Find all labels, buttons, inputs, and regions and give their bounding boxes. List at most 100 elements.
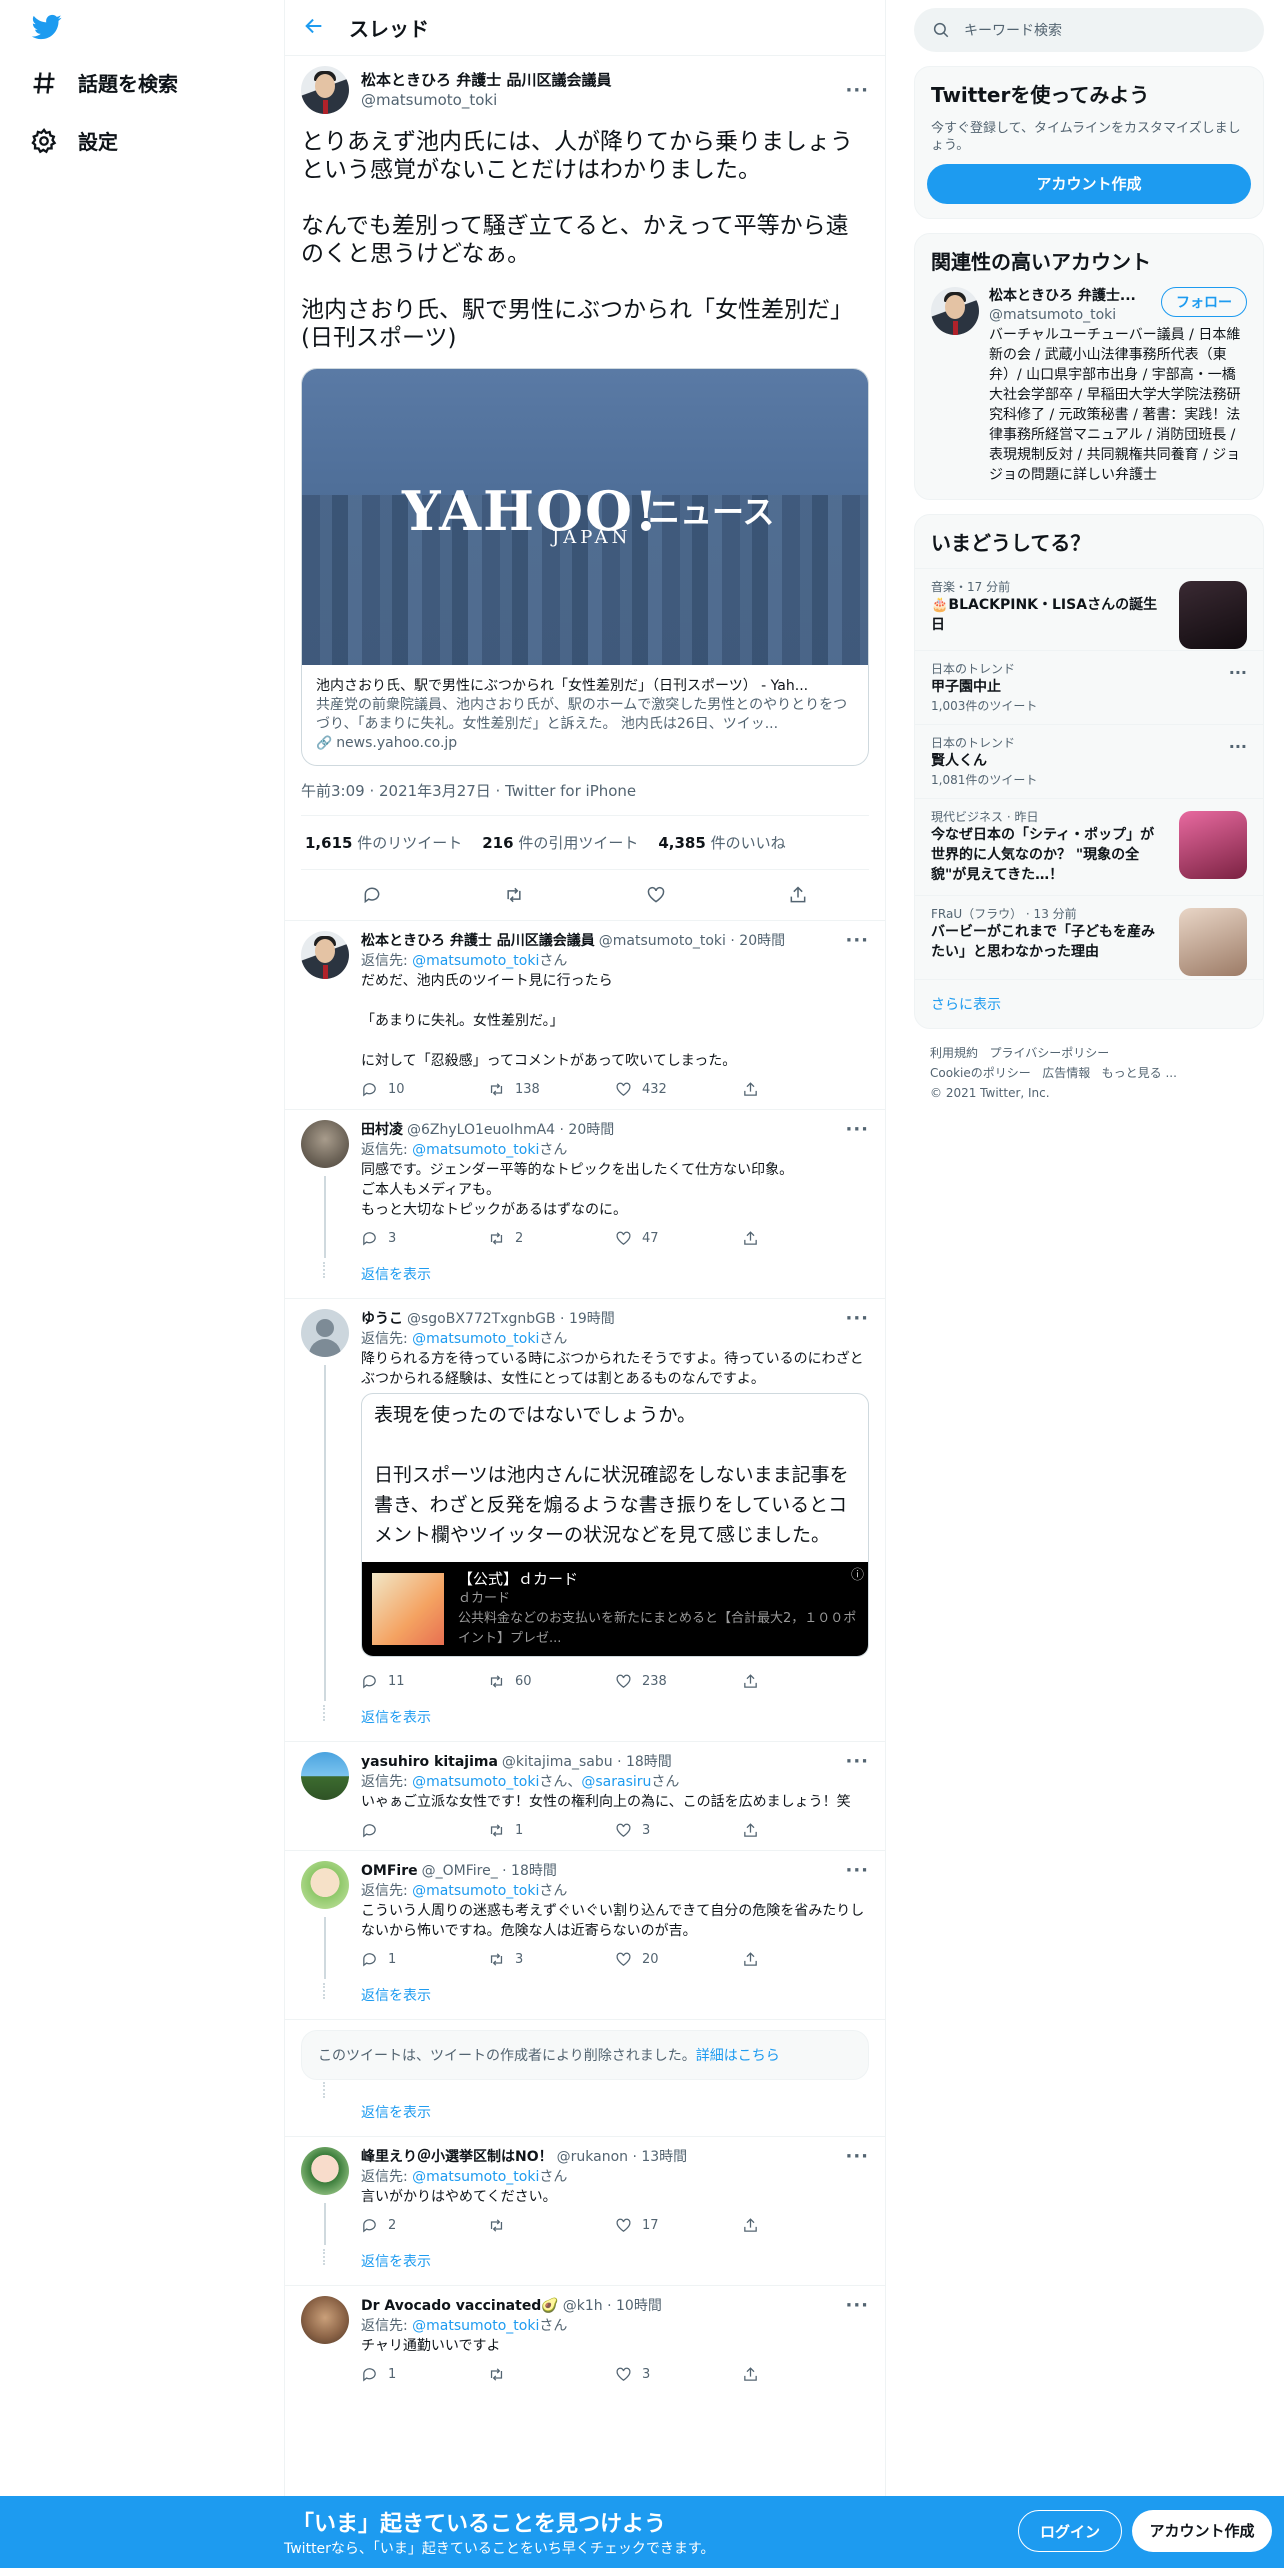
author-handle[interactable]: @rukanon · 13時間 xyxy=(557,2147,846,2167)
avatar[interactable] xyxy=(301,66,349,114)
more-options-icon[interactable]: ··· xyxy=(845,2147,869,2167)
share-button[interactable] xyxy=(742,1081,869,1098)
like-button[interactable]: 432 xyxy=(615,1081,742,1098)
avatar[interactable] xyxy=(301,2296,349,2344)
reply-tweet[interactable]: Dr Avocado vaccinated🥑 @k1h · 10時間 ··· 返信先… xyxy=(285,2286,885,2394)
author-handle[interactable]: @k1h · 10時間 xyxy=(563,2296,846,2316)
embedded-card[interactable]: 表現を使ったのではないでしょうか。 日刊スポーツは池内さんに状況確認をしないまま… xyxy=(361,1393,869,1657)
reply-button[interactable]: 1 xyxy=(361,2366,488,2383)
author-handle[interactable]: @kitajima_sabu · 18時間 xyxy=(502,1752,846,1772)
mention-link[interactable]: @matsumoto_toki xyxy=(412,1331,539,1347)
nav-settings[interactable]: 設定 xyxy=(30,126,118,155)
mention-link[interactable]: @matsumoto_toki xyxy=(412,1883,539,1899)
show-replies-link[interactable]: 返信を表示 xyxy=(361,1258,885,1298)
trend-item[interactable]: 日本のトレンド 賢人くん 1,081件のツイート ··· xyxy=(915,724,1263,798)
tweet-meta[interactable]: 午前3:09 · 2021年3月27日 · Twitter for iPhone xyxy=(301,766,869,816)
more-options-icon[interactable]: ··· xyxy=(845,1309,869,1329)
show-more-trends-link[interactable]: さらに表示 xyxy=(915,979,1263,1028)
like-button[interactable]: 3 xyxy=(615,1822,742,1839)
trend-item[interactable]: 音楽・17 分前 🎂BLACKPINK・LISAさんの誕生日 xyxy=(915,568,1263,650)
nav-explore[interactable]: 話題を検索 xyxy=(30,68,178,97)
reply-button[interactable] xyxy=(361,1822,488,1839)
ad-card[interactable]: 【公式】ｄカード ｄカード 公共料金などのお支払いを新たにまとめると【合計最大2… xyxy=(362,1562,868,1656)
avatar[interactable] xyxy=(301,1309,349,1357)
author-name[interactable]: 松本ときひろ 弁護士 品川区議会議員 xyxy=(361,931,595,951)
reply-tweet[interactable]: 田村凌 @6ZhyLO1euoIhmA4 · 20時間 ··· 返信先: @mats… xyxy=(285,1110,885,1258)
like-button[interactable]: 20 xyxy=(615,1951,742,1968)
more-options-icon[interactable]: ··· xyxy=(845,1120,869,1140)
trend-item[interactable]: 日本のトレンド 甲子園中止 1,003件のツイート ··· xyxy=(915,650,1263,724)
link-card[interactable]: YAHOO! JAPAN ニュース 池内さおり氏、駅で男性にぶつかられ「女性差別… xyxy=(301,368,869,766)
footer-link-more[interactable]: もっと見る ... xyxy=(1102,1066,1177,1080)
reply-tweet[interactable]: 松本ときひろ 弁護士 品川区議会議員 @matsumoto_toki · 20時間… xyxy=(285,921,885,1109)
retweet-button[interactable]: 2 xyxy=(488,1230,615,1247)
related-handle[interactable]: @matsumoto_toki xyxy=(989,306,1155,325)
like-button[interactable]: 47 xyxy=(615,1230,742,1247)
more-options-icon[interactable]: ··· xyxy=(845,1752,869,1772)
avatar[interactable] xyxy=(301,931,349,979)
share-icon[interactable] xyxy=(788,885,808,905)
follow-button[interactable]: フォロー xyxy=(1161,287,1247,317)
reply-button[interactable]: 3 xyxy=(361,1230,488,1247)
mention-link[interactable]: @matsumoto_toki xyxy=(412,1774,539,1790)
footer-link-cookies[interactable]: Cookieのポリシー xyxy=(930,1066,1031,1080)
avatar[interactable] xyxy=(301,1120,349,1168)
reply-button[interactable]: 2 xyxy=(361,2217,488,2234)
like-count[interactable]: 4,385 件のいいね xyxy=(658,832,785,853)
more-options-icon[interactable]: ··· xyxy=(845,931,869,951)
reply-tweet[interactable]: OMFire @_OMFire_ · 18時間 ··· 返信先: @matsumot… xyxy=(285,1851,885,1979)
footer-link-privacy[interactable]: プライバシーポリシー xyxy=(989,1046,1109,1060)
search-box[interactable]: キーワード検索 xyxy=(914,8,1264,52)
author-handle[interactable]: @_OMFire_ · 18時間 xyxy=(422,1861,846,1881)
retweet-icon[interactable] xyxy=(504,885,524,905)
author-name[interactable]: Dr Avocado vaccinated🥑 xyxy=(361,2296,559,2316)
avatar[interactable] xyxy=(301,1752,349,1800)
more-options-icon[interactable]: ··· xyxy=(845,80,869,101)
info-icon[interactable]: ⓘ xyxy=(851,1564,864,1583)
reply-button[interactable]: 1 xyxy=(361,1951,488,1968)
more-options-icon[interactable]: ··· xyxy=(1229,737,1247,756)
signup-button[interactable]: アカウント作成 xyxy=(1132,2510,1272,2552)
retweet-button[interactable] xyxy=(488,2366,615,2383)
show-replies-link[interactable]: 返信を表示 xyxy=(361,2096,885,2136)
mention-link[interactable]: @sarasiru xyxy=(581,1774,651,1790)
author-name[interactable]: 田村凌 xyxy=(361,1120,403,1140)
share-button[interactable] xyxy=(742,1951,869,1968)
mention-link[interactable]: @matsumoto_toki xyxy=(412,2318,539,2334)
footer-link-terms[interactable]: 利用規約 xyxy=(930,1046,978,1060)
author-name[interactable]: yasuhiro kitajima xyxy=(361,1752,498,1772)
like-icon[interactable] xyxy=(646,885,666,905)
retweet-button[interactable]: 138 xyxy=(488,1081,615,1098)
footer-link-ads[interactable]: 広告情報 xyxy=(1042,1066,1090,1080)
reply-icon[interactable] xyxy=(362,885,382,905)
search-input[interactable]: キーワード検索 xyxy=(964,20,1062,40)
author-name[interactable]: 峰里えり＠小選挙区制はNO！ xyxy=(361,2147,553,2167)
show-replies-link[interactable]: 返信を表示 xyxy=(361,1701,885,1741)
retweet-button[interactable]: 1 xyxy=(488,1822,615,1839)
reply-button[interactable]: 11 xyxy=(361,1673,488,1690)
share-button[interactable] xyxy=(742,1822,869,1839)
author-name[interactable]: 松本ときひろ 弁護士 品川区議会議員 xyxy=(361,70,833,90)
reply-tweet[interactable]: yasuhiro kitajima @kitajima_sabu · 18時間 ··… xyxy=(285,1742,885,1850)
mention-link[interactable]: @matsumoto_toki xyxy=(412,953,539,969)
author-name[interactable]: OMFire xyxy=(361,1861,418,1881)
author-handle[interactable]: @6ZhyLO1euoIhmA4 · 20時間 xyxy=(407,1120,845,1140)
avatar[interactable] xyxy=(301,2147,349,2195)
details-link[interactable]: 詳細はこちら xyxy=(696,2048,780,2064)
share-button[interactable] xyxy=(742,2366,869,2383)
mention-link[interactable]: @matsumoto_toki xyxy=(412,2169,539,2185)
show-replies-link[interactable]: 返信を表示 xyxy=(361,2245,885,2285)
retweet-count[interactable]: 1,615 件のリツイート xyxy=(305,832,462,853)
reply-tweet[interactable]: ゆうこ @sgoBX772TxgnbGB · 19時間 ··· 返信先: @mats… xyxy=(285,1299,885,1701)
trend-item[interactable]: 現代ビジネス · 昨日 今なぜ日本の「シティ・ポップ」が世界的に人気なのか？ "… xyxy=(915,798,1263,895)
related-account[interactable]: 松本ときひろ 弁護士... @matsumoto_toki フォロー バーチャル… xyxy=(915,287,1263,499)
login-button[interactable]: ログイン xyxy=(1018,2510,1122,2552)
more-options-icon[interactable]: ··· xyxy=(845,2296,869,2316)
reply-button[interactable]: 10 xyxy=(361,1081,488,1098)
like-button[interactable]: 238 xyxy=(615,1673,742,1690)
like-button[interactable]: 3 xyxy=(615,2366,742,2383)
author-name[interactable]: ゆうこ xyxy=(361,1309,403,1329)
retweet-button[interactable] xyxy=(488,2217,615,2234)
share-button[interactable] xyxy=(742,2217,869,2234)
quote-count[interactable]: 216 件の引用ツイート xyxy=(482,832,638,853)
